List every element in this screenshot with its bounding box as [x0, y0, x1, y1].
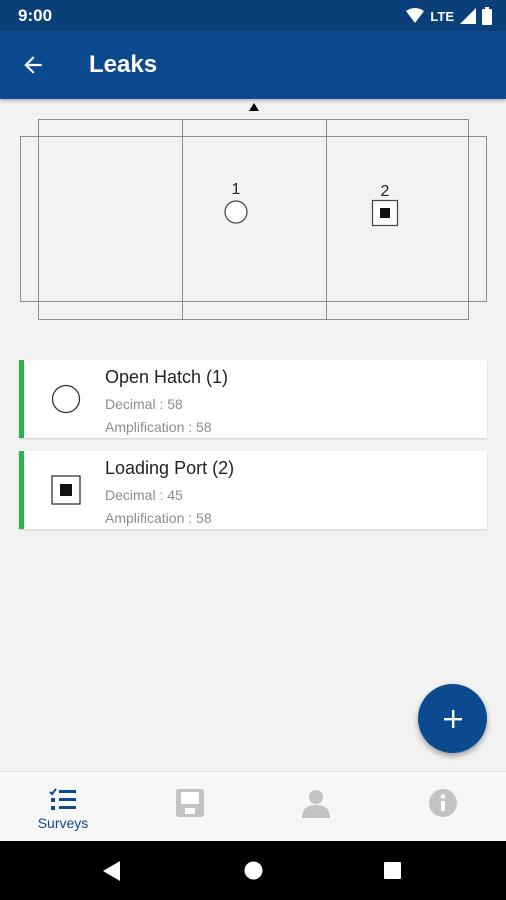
circle-icon: [51, 384, 81, 414]
leak-list: Open Hatch (1) Decimal : 58 Amplificatio…: [19, 360, 487, 542]
nav-label-surveys: Surveys: [37, 815, 89, 831]
status-bar: 9:00 LTE: [0, 0, 506, 31]
info-icon: [429, 789, 457, 817]
floppy-icon: [176, 789, 204, 817]
nav-item-info[interactable]: [380, 772, 506, 842]
leak-card-loading-port[interactable]: Loading Port (2) Decimal : 45 Amplificat…: [19, 451, 487, 529]
tank-diagram-svg: 1 2: [20, 103, 487, 320]
leak-decimal: Decimal : 58: [105, 396, 183, 412]
nav-item-surveys[interactable]: Surveys: [0, 772, 126, 842]
filled-square-icon: [51, 475, 81, 505]
marker-1-circle-icon[interactable]: [224, 200, 248, 224]
status-icons: LTE: [406, 6, 492, 26]
marker-2-label: 2: [381, 183, 390, 200]
app-bar: Leaks: [0, 31, 506, 99]
bottom-nav: Surveys: [0, 771, 506, 841]
system-recents-icon[interactable]: [384, 862, 401, 879]
marker-2-square-icon[interactable]: [371, 199, 399, 227]
marker-1-label: 1: [232, 181, 241, 198]
signal-icon: [460, 8, 476, 24]
direction-arrow-icon: [249, 103, 259, 111]
system-back-icon[interactable]: [103, 861, 121, 881]
leak-card-open-hatch[interactable]: Open Hatch (1) Decimal : 58 Amplificatio…: [19, 360, 487, 438]
system-home-icon[interactable]: [244, 861, 263, 880]
nav-item-profile[interactable]: [253, 772, 379, 842]
tank-diagram: 1 2: [0, 99, 506, 334]
leak-title: Open Hatch (1): [105, 367, 229, 387]
plus-icon: [443, 709, 462, 728]
system-nav-bar: [0, 841, 506, 900]
network-type: LTE: [430, 8, 454, 24]
add-leak-button[interactable]: [418, 684, 487, 753]
status-time: 9:00: [18, 6, 53, 25]
leak-amplification: Amplification : 58: [105, 419, 212, 435]
page-title: Leaks: [89, 51, 158, 78]
leak-decimal: Decimal : 45: [105, 487, 183, 503]
back-arrow-icon[interactable]: [20, 52, 46, 78]
wifi-icon: [406, 8, 425, 23]
battery-icon: [482, 7, 492, 25]
person-icon: [302, 790, 330, 818]
checklist-icon: [49, 788, 76, 810]
nav-item-floppy[interactable]: [127, 772, 253, 842]
leak-amplification: Amplification : 58: [105, 510, 212, 526]
leak-title: Loading Port (2): [105, 458, 235, 478]
